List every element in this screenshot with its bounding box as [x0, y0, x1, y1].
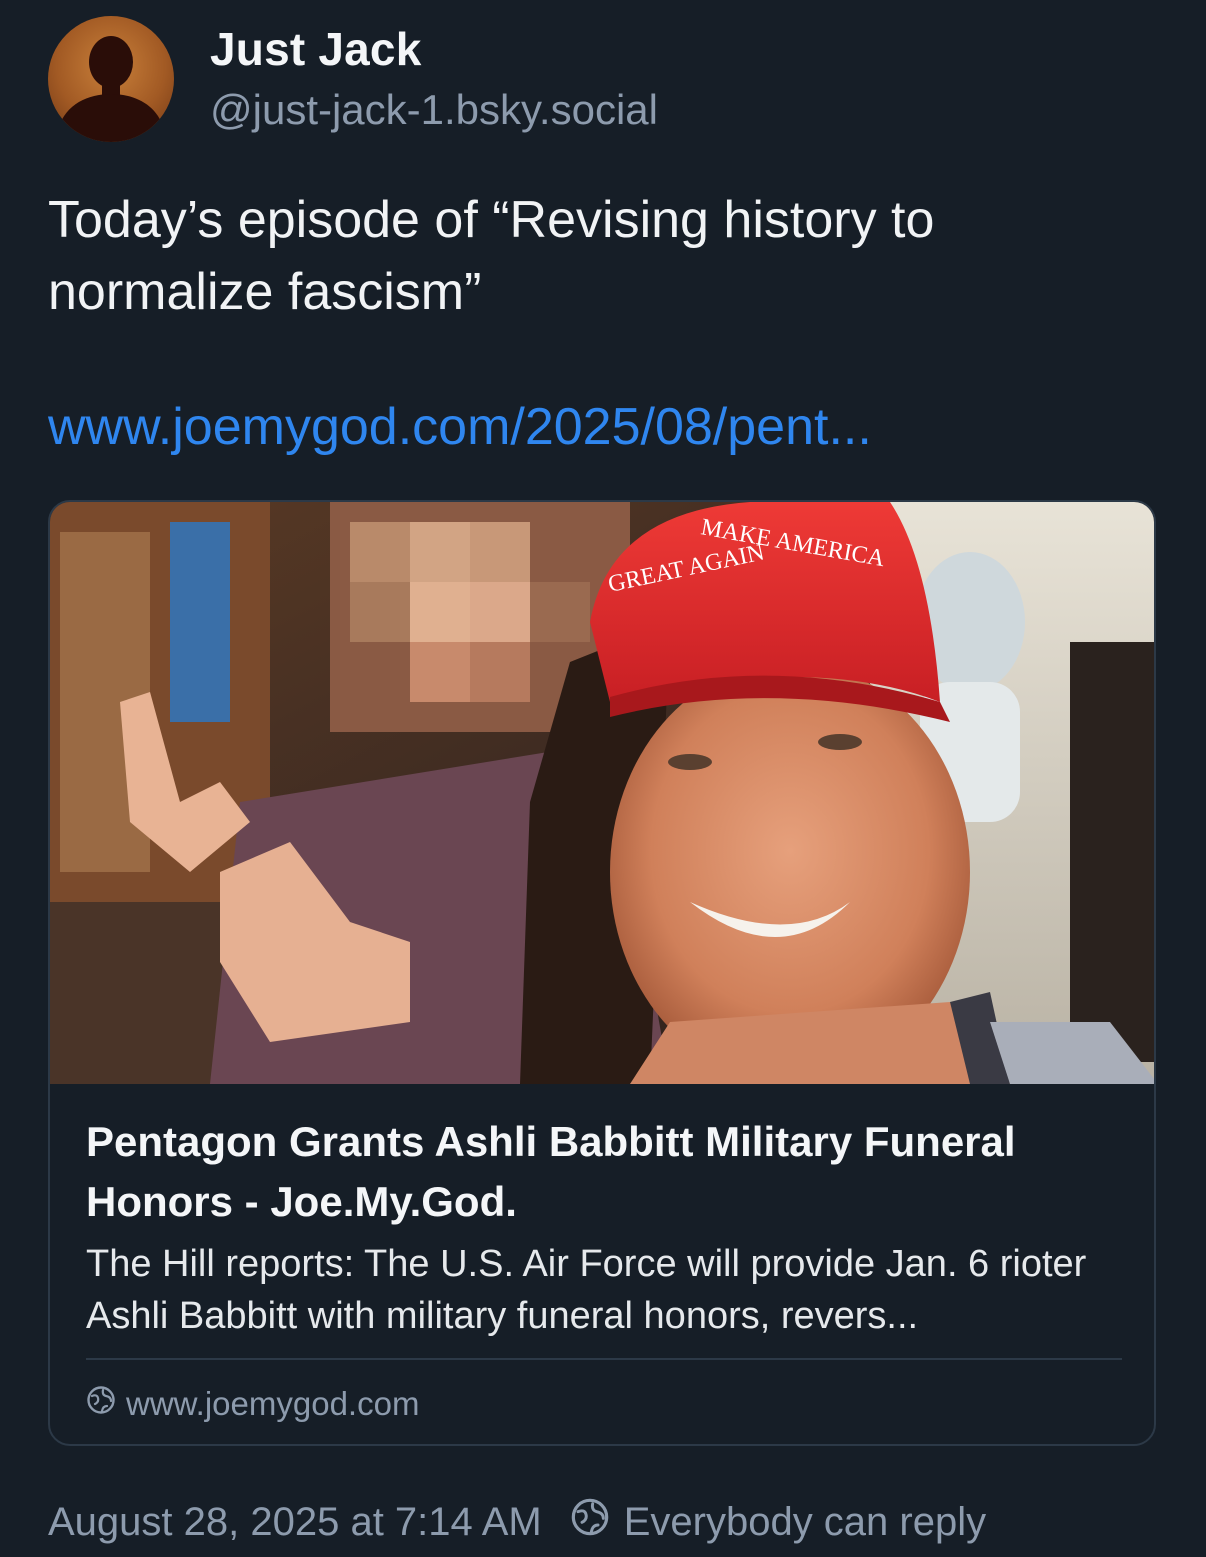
card-domain[interactable]: www.joemygod.com [86, 1382, 419, 1426]
post-link[interactable]: www.joemygod.com/2025/08/pent... [48, 397, 872, 457]
author-handle[interactable]: @just-jack-1.bsky.social [210, 86, 658, 134]
avatar-silhouette [56, 36, 166, 142]
globe-icon [570, 1497, 610, 1547]
globe-icon [86, 1385, 116, 1423]
reply-setting-label[interactable]: Everybody can reply [624, 1500, 986, 1545]
post-timestamp: August 28, 2025 at 7:14 AM [48, 1499, 542, 1544]
post-text: Today’s episode of “Revising history to … [48, 191, 935, 321]
card-thumbnail[interactable]: MAKE AMERICA GREAT AGAIN [50, 502, 1154, 1084]
reply-setting[interactable]: Everybody can reply [570, 1497, 986, 1547]
link-preview-card[interactable]: MAKE AMERICA GREAT AGAIN Pentagon Grants… [48, 500, 1156, 1446]
card-title[interactable]: Pentagon Grants Ashli Babbitt Military F… [86, 1112, 1126, 1232]
author-display-name[interactable]: Just Jack [210, 22, 422, 76]
thumbnail-photo: MAKE AMERICA GREAT AGAIN [50, 502, 1154, 1084]
card-description: The Hill reports: The U.S. Air Force wil… [86, 1243, 1087, 1337]
post-footer: August 28, 2025 at 7:14 AM Everybody can… [48, 1494, 986, 1550]
card-domain-text: www.joemygod.com [126, 1385, 420, 1422]
avatar[interactable] [48, 16, 174, 142]
card-divider [86, 1358, 1122, 1360]
